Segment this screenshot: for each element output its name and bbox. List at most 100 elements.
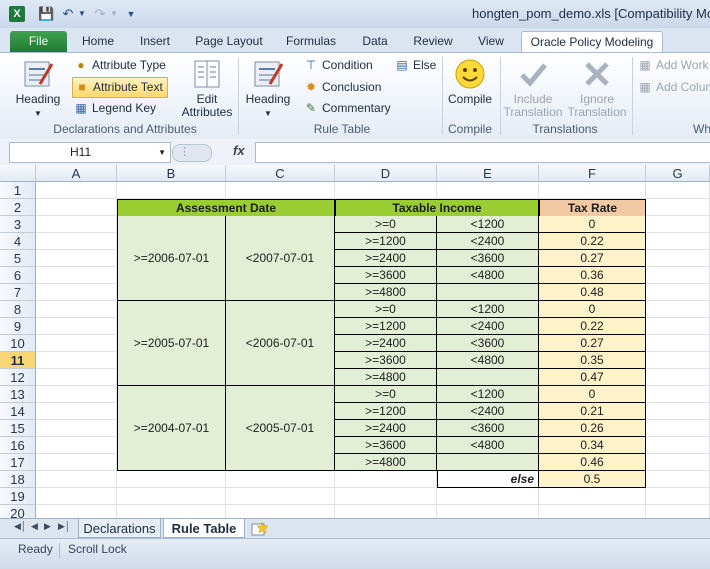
tax-rate-header[interactable]: Tax Rate — [539, 199, 646, 217]
grid-cell[interactable] — [335, 488, 437, 505]
add-work-button[interactable]: ▦ Add Work — [638, 56, 708, 75]
grid-cell[interactable] — [646, 403, 710, 420]
tab-file[interactable]: File — [10, 31, 67, 52]
tax-rate-cell[interactable]: 0 — [539, 216, 646, 233]
row-header[interactable]: 13 — [0, 386, 36, 403]
tax-rate-cell[interactable]: 0.27 — [539, 250, 646, 267]
column-header[interactable]: D — [335, 165, 437, 182]
condition-button[interactable]: ⊤ Condition — [304, 56, 373, 75]
excel-app-icon[interactable]: X — [9, 6, 25, 22]
grid-cell[interactable] — [646, 284, 710, 301]
grid-cell[interactable] — [335, 182, 437, 199]
income-max-cell[interactable]: <3600 — [437, 335, 539, 352]
row-header[interactable]: 10 — [0, 335, 36, 352]
else-rate-cell[interactable]: 0.5 — [539, 471, 646, 488]
attribute-text-button[interactable]: ■ Attribute Text — [72, 77, 168, 98]
grid-cell[interactable] — [437, 505, 539, 518]
grid-cell[interactable] — [646, 369, 710, 386]
edit-attributes-button[interactable]: Edit Attributes — [178, 58, 236, 119]
tax-rate-cell[interactable]: 0 — [539, 301, 646, 318]
declarations-heading-button[interactable]: Heading ▼ — [12, 58, 64, 120]
grid-cell[interactable] — [335, 471, 437, 488]
grid-cell[interactable] — [646, 471, 710, 488]
column-header[interactable]: A — [36, 165, 117, 182]
column-header[interactable]: F — [539, 165, 646, 182]
income-max-cell[interactable]: <4800 — [437, 437, 539, 454]
grid-cell[interactable] — [117, 488, 226, 505]
include-translation-button[interactable]: Include Translation — [502, 58, 564, 119]
insert-function-icon[interactable]: fx — [233, 143, 245, 158]
income-min-cell[interactable]: >=4800 — [335, 454, 437, 471]
grid-cell[interactable] — [36, 505, 117, 518]
date-from-cell[interactable]: >=2004-07-01 — [117, 386, 226, 471]
tab-view[interactable]: View — [470, 31, 512, 52]
tax-rate-cell[interactable]: 0.27 — [539, 335, 646, 352]
grid-cell[interactable] — [646, 267, 710, 284]
column-header[interactable]: E — [437, 165, 539, 182]
name-box[interactable]: H11 ▼ — [9, 142, 171, 163]
grid-cell[interactable] — [36, 437, 117, 454]
grid-cell[interactable] — [36, 182, 117, 199]
grid-cell[interactable] — [539, 505, 646, 518]
grid-cell[interactable] — [117, 471, 226, 488]
row-header[interactable]: 7 — [0, 284, 36, 301]
conclusion-button[interactable]: ✸ Conclusion — [304, 78, 381, 97]
formula-input[interactable] — [255, 142, 710, 163]
income-min-cell[interactable]: >=3600 — [335, 437, 437, 454]
grid-cell[interactable] — [36, 284, 117, 301]
taxable-income-header[interactable]: Taxable Income — [335, 199, 539, 217]
date-from-cell[interactable]: >=2006-07-01 — [117, 216, 226, 301]
grid-cell[interactable] — [539, 488, 646, 505]
grid-cell[interactable] — [36, 250, 117, 267]
grid-cell[interactable] — [117, 505, 226, 518]
income-min-cell[interactable]: >=2400 — [335, 420, 437, 437]
date-to-cell[interactable]: <2005-07-01 — [226, 386, 335, 471]
tab-formulas[interactable]: Formulas — [280, 31, 342, 52]
income-min-cell[interactable]: >=0 — [335, 216, 437, 233]
income-max-cell[interactable] — [437, 284, 539, 301]
grid-cell[interactable] — [646, 420, 710, 437]
row-header[interactable]: 11 — [0, 352, 36, 369]
column-header[interactable]: G — [646, 165, 710, 182]
tab-home[interactable]: Home — [76, 31, 120, 52]
save-icon[interactable]: 💾 — [38, 6, 54, 22]
grid-cell[interactable] — [36, 233, 117, 250]
grid-cell[interactable] — [646, 352, 710, 369]
income-max-cell[interactable]: <4800 — [437, 267, 539, 284]
row-header[interactable]: 15 — [0, 420, 36, 437]
grid-cell[interactable] — [646, 216, 710, 233]
grid-cell[interactable] — [36, 301, 117, 318]
date-to-cell[interactable]: <2006-07-01 — [226, 301, 335, 386]
income-max-cell[interactable] — [437, 454, 539, 471]
grid-cell[interactable] — [335, 505, 437, 518]
row-header[interactable]: 8 — [0, 301, 36, 318]
grid-cell[interactable] — [437, 182, 539, 199]
worksheet-grid[interactable]: A B C D E F G 1 2 3 4 5 6 7 8 9 10 11 12 13 14 15 16 17 1… — [0, 165, 710, 518]
income-max-cell[interactable]: <3600 — [437, 250, 539, 267]
income-min-cell[interactable]: >=3600 — [335, 267, 437, 284]
rule-table-heading-button[interactable]: Heading ▼ — [242, 58, 294, 120]
grid-cell[interactable] — [646, 318, 710, 335]
undo-dropdown-icon[interactable]: ▼ — [78, 6, 86, 22]
redo-icon[interactable]: ↷ — [92, 6, 108, 22]
row-header[interactable]: 1 — [0, 182, 36, 199]
first-sheet-icon[interactable]: ◀│ — [14, 521, 27, 532]
chevron-down-icon[interactable]: ▼ — [158, 143, 166, 162]
legend-key-button[interactable]: ▦ Legend Key — [74, 99, 156, 118]
tax-rate-cell[interactable]: 0.36 — [539, 267, 646, 284]
ignore-translation-button[interactable]: Ignore Translation — [566, 58, 628, 119]
tab-data[interactable]: Data — [354, 31, 396, 52]
tax-rate-cell[interactable]: 0.26 — [539, 420, 646, 437]
row-header[interactable]: 12 — [0, 369, 36, 386]
income-max-cell[interactable]: <1200 — [437, 216, 539, 233]
row-header[interactable]: 2 — [0, 199, 36, 216]
grid-cell[interactable] — [36, 369, 117, 386]
date-from-cell[interactable]: >=2005-07-01 — [117, 301, 226, 386]
grid-cell[interactable] — [36, 420, 117, 437]
grid-cell[interactable] — [646, 199, 710, 216]
grid-cell[interactable] — [36, 454, 117, 471]
income-min-cell[interactable]: >=2400 — [335, 250, 437, 267]
grid-cell[interactable] — [36, 318, 117, 335]
income-min-cell[interactable]: >=4800 — [335, 284, 437, 301]
assessment-date-header[interactable]: Assessment Date — [117, 199, 335, 217]
